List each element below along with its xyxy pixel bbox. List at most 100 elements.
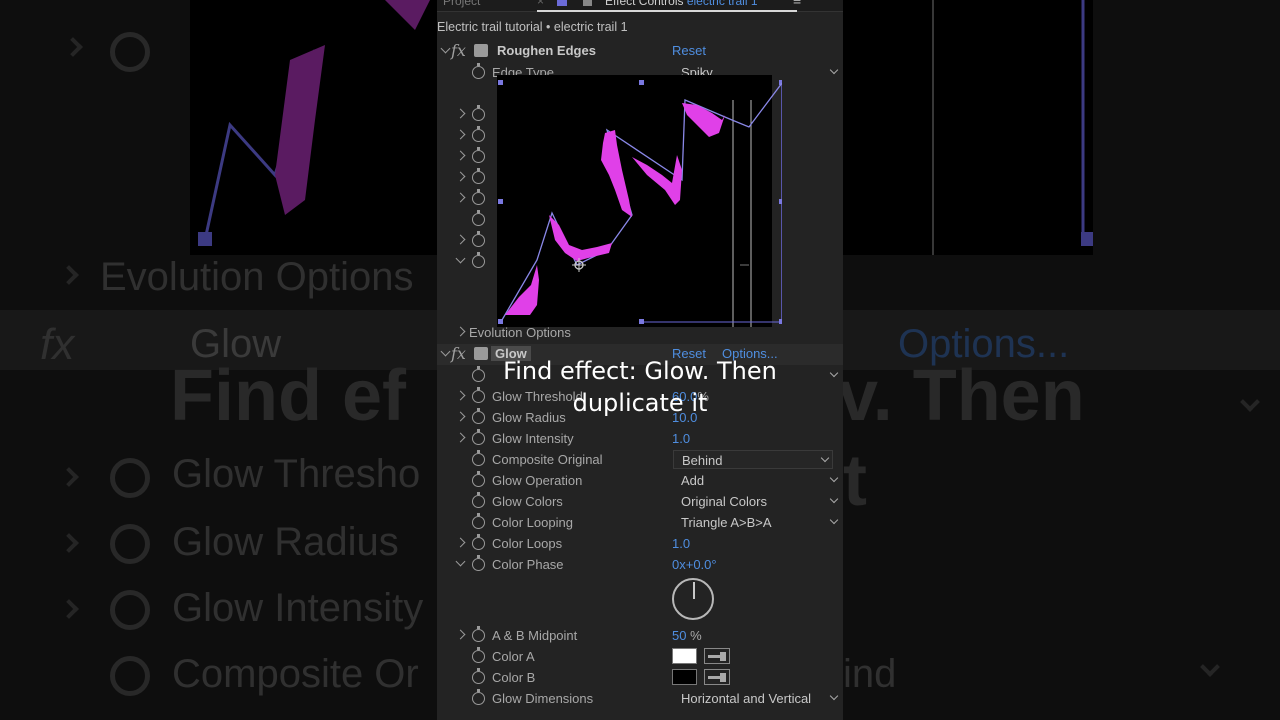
panel-tab-bar: Project × Effect Controls electric trail… [437, 0, 843, 12]
stopwatch-icon[interactable] [472, 252, 485, 268]
stopwatch-icon[interactable] [472, 105, 485, 121]
property-value[interactable]: 1.0 [672, 536, 690, 551]
stopwatch-icon[interactable] [472, 471, 485, 487]
background-dim-overlay [843, 0, 1280, 720]
color-looping-dropdown[interactable]: Triangle A>B>A [673, 513, 841, 532]
property-row-glow-dimensions: Glow Dimensions Horizontal and Vertical [437, 688, 843, 709]
stopwatch-icon[interactable] [472, 450, 485, 466]
stopwatch-icon[interactable] [472, 147, 485, 163]
tab-effect-controls[interactable]: Effect Controls electric trail 1 [605, 0, 758, 8]
caption-line-2: duplicate it [572, 389, 708, 417]
tab-effect-controls-label: Effect Controls [605, 0, 684, 8]
dropdown-value: Triangle A>B>A [681, 515, 772, 530]
chevron-down-icon [829, 515, 839, 525]
property-row-color-b: Color B [437, 667, 843, 688]
chevron-down-icon [829, 473, 839, 483]
electric-trail-graphic[interactable] [497, 75, 782, 327]
chevron-down-icon [829, 65, 839, 75]
chevron-down-icon[interactable] [440, 43, 451, 54]
chevron-right-icon[interactable] [455, 234, 466, 245]
property-label: Color Looping [492, 515, 573, 530]
chevron-down-icon[interactable] [440, 346, 451, 357]
stopwatch-icon[interactable] [472, 231, 485, 247]
glow-operation-dropdown[interactable]: Add [673, 471, 841, 490]
stopwatch-icon[interactable] [472, 168, 485, 184]
stopwatch-icon[interactable] [472, 126, 485, 142]
chevron-right-icon[interactable] [455, 192, 466, 203]
background-right: Options... v. Then t ind [843, 0, 1280, 720]
layer-breadcrumb: Electric trail tutorial • electric trail… [437, 20, 628, 34]
color-b-swatch[interactable] [672, 669, 697, 685]
property-row-glow-intensity: Glow Intensity 1.0 [437, 428, 843, 449]
chevron-down-icon [829, 691, 839, 701]
property-label: Composite Original [492, 452, 603, 467]
stopwatch-icon[interactable] [472, 63, 485, 79]
color-phase-dial[interactable] [672, 578, 714, 620]
composite-original-dropdown[interactable]: Behind [673, 450, 833, 469]
chevron-right-icon[interactable] [455, 108, 466, 119]
menu-icon[interactable]: ≡ [793, 0, 801, 8]
stopwatch-icon[interactable] [472, 189, 485, 205]
color-a-swatch[interactable] [672, 648, 697, 664]
effect-preset-icon [474, 44, 488, 57]
property-row-color-looping: Color Looping Triangle A>B>A [437, 512, 843, 533]
property-row-color-phase: Color Phase 0x+0.0° [437, 554, 843, 575]
property-label: Glow Operation [492, 473, 583, 488]
close-icon[interactable]: × [537, 0, 544, 8]
chevron-down-icon [820, 453, 830, 463]
stopwatch-icon[interactable] [472, 429, 485, 445]
dropdown-value: Original Colors [681, 494, 767, 509]
chevron-right-icon[interactable] [455, 537, 466, 548]
property-label: Glow Intensity [492, 431, 574, 446]
stopwatch-icon[interactable] [472, 689, 485, 705]
chevron-right-icon[interactable] [455, 326, 466, 337]
chevron-down-icon[interactable] [455, 556, 466, 567]
property-value[interactable]: 1.0 [672, 431, 690, 446]
chevron-right-icon[interactable] [455, 432, 466, 443]
property-label: Color A [492, 649, 535, 664]
stopwatch-icon[interactable] [472, 210, 485, 226]
chevron-down-icon [829, 494, 839, 504]
property-label: Color Loops [492, 536, 563, 551]
dropdown-value: Behind [682, 453, 723, 468]
property-row-ab-midpoint: A & B Midpoint 50 % [437, 625, 843, 646]
video-caption: Find effect: Glow. Then duplicate it [460, 355, 820, 419]
tab-project[interactable]: Project [443, 0, 480, 8]
fx-icon[interactable]: fx [451, 41, 466, 60]
property-row-color-a: Color A [437, 646, 843, 667]
property-value[interactable]: 50 % [672, 628, 702, 643]
effect-header-roughen-edges[interactable]: fx Roughen Edges Reset [437, 41, 843, 62]
midpoint-number[interactable]: 50 [672, 628, 686, 643]
property-label: A & B Midpoint [492, 628, 578, 643]
composition-preview[interactable] [497, 75, 782, 327]
stopwatch-icon[interactable] [472, 513, 485, 529]
eyedropper-icon[interactable] [704, 669, 730, 685]
stopwatch-icon[interactable] [472, 647, 485, 663]
property-row-glow-operation: Glow Operation Add [437, 470, 843, 491]
eyedropper-icon[interactable] [704, 648, 730, 664]
glow-colors-dropdown[interactable]: Original Colors [673, 492, 841, 511]
phase-degrees[interactable]: x+0.0° [679, 557, 716, 572]
property-row-composite-original: Composite Original Behind [437, 449, 843, 470]
lock-icon[interactable] [557, 0, 567, 6]
active-tab-indicator [537, 10, 797, 12]
stopwatch-icon[interactable] [472, 626, 485, 642]
chevron-right-icon[interactable] [455, 129, 466, 140]
midpoint-unit: % [690, 628, 702, 643]
chevron-right-icon[interactable] [455, 171, 466, 182]
property-value[interactable]: 0x+0.0° [672, 557, 717, 572]
property-label: Color B [492, 670, 536, 685]
property-label: Glow Dimensions [492, 691, 594, 706]
stopwatch-icon[interactable] [472, 668, 485, 684]
stopwatch-icon[interactable] [472, 534, 485, 550]
chevron-down-icon [829, 368, 839, 378]
stopwatch-icon[interactable] [472, 555, 485, 571]
glow-dimensions-dropdown[interactable]: Horizontal and Vertical [673, 689, 841, 708]
stopwatch-icon[interactable] [472, 492, 485, 508]
effect-name: Roughen Edges [497, 43, 596, 58]
chevron-right-icon[interactable] [455, 150, 466, 161]
reset-button[interactable]: Reset [672, 43, 706, 58]
chevron-right-icon[interactable] [455, 629, 466, 640]
background-left: Evolution Options fx Glow Find ef Glow T… [0, 0, 437, 720]
chevron-down-icon[interactable] [455, 253, 466, 264]
